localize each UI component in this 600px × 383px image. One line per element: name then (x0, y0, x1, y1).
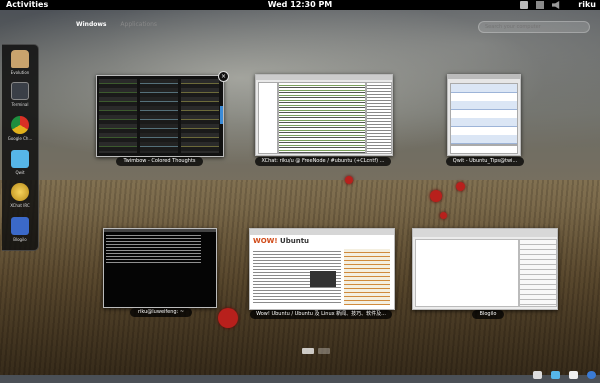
menubar (256, 75, 392, 80)
dash-item-qwit[interactable]: Qwit (5, 150, 35, 175)
message-tray (529, 364, 596, 379)
dash-item-label: Qwit (15, 170, 25, 175)
dash-item-label: Evolution (10, 70, 30, 75)
tweet-list (450, 83, 518, 145)
editor-area[interactable] (415, 239, 519, 307)
window-label: XChat: riku/u @ FreeNode / #ubuntu (+CLc… (255, 157, 391, 166)
user-menu[interactable]: riku (578, 0, 596, 10)
window-label: Twimbow - Colored Thoughts (116, 157, 203, 166)
irc-icon (11, 183, 29, 201)
chat-icon[interactable] (568, 371, 578, 379)
poppy-flower (430, 190, 442, 202)
clock[interactable]: Wed 12:30 PM (0, 0, 600, 10)
window-label: Blogilo (472, 310, 504, 319)
blog-icon (11, 217, 29, 235)
titlebar (104, 229, 216, 232)
scrollbar[interactable] (220, 106, 223, 124)
workspace-thumbnail[interactable] (318, 348, 330, 354)
search-input[interactable] (485, 23, 580, 31)
blog-list (519, 239, 557, 307)
user-list (366, 82, 392, 154)
window-browser[interactable]: WOW! Ubuntu (249, 228, 395, 310)
twimbow-column (140, 79, 178, 153)
logo-wow: WOW! (253, 237, 278, 245)
window-terminal[interactable] (103, 228, 217, 308)
poppy-flower (345, 176, 353, 184)
close-icon[interactable]: × (218, 71, 229, 82)
app-status-icon[interactable] (587, 371, 596, 379)
article-image (310, 271, 336, 287)
search-box (478, 21, 590, 33)
logo-ubuntu: Ubuntu (280, 237, 310, 245)
sidebar-widgets (344, 249, 390, 305)
window-label: riku@luweifeng: ~ (130, 308, 192, 317)
tab-windows[interactable]: Windows (76, 21, 106, 28)
dash-item-terminal[interactable]: Terminal (5, 82, 35, 107)
dash: Evolution Terminal Google Ch... Qwit XCh… (2, 44, 39, 251)
dash-item-label: XChat IRC (10, 203, 30, 208)
dash-item-blogilo[interactable]: Blogilo (5, 217, 35, 242)
dash-item-chrome[interactable]: Google Ch... (5, 116, 35, 141)
window-blogilo[interactable] (412, 228, 558, 310)
window-label: Wow! Ubuntu / Ubuntu 及 Linux 新闻、技巧、软件及..… (250, 310, 392, 319)
network-icon[interactable] (520, 1, 528, 9)
workspace-thumbnail-active[interactable] (302, 348, 314, 354)
view-tabs: Windows Applications (76, 21, 169, 28)
dash-item-label: Blogilo (13, 237, 27, 242)
notification-icon[interactable] (536, 1, 544, 9)
dash-item-label: Terminal (11, 102, 29, 107)
poppy-flower (440, 212, 447, 219)
dash-item-evolution[interactable]: Evolution (5, 50, 35, 75)
dash-item-xchat[interactable]: XChat IRC (5, 183, 35, 208)
twimbow-column (99, 79, 137, 153)
top-panel: Activities Wed 12:30 PM riku (0, 0, 600, 10)
window-xchat[interactable] (255, 74, 393, 156)
dash-item-label: Google Ch... (7, 136, 33, 141)
tab-applications[interactable]: Applications (120, 21, 157, 28)
window-qwit[interactable] (447, 74, 521, 156)
keyboard-icon[interactable] (532, 371, 542, 379)
window-label: Qwit - Ubuntu_Tips@twi... (446, 157, 524, 166)
window-twimbow[interactable] (96, 75, 224, 157)
toolbar (413, 229, 557, 237)
titlebar (448, 75, 520, 79)
mail-icon (11, 50, 29, 68)
poppy-flower (456, 182, 465, 191)
poppy-flower (218, 308, 238, 328)
chrome-icon (11, 116, 29, 134)
site-logo: WOW! Ubuntu (253, 237, 309, 245)
chat-log (278, 82, 366, 154)
browser-toolbar (250, 229, 394, 235)
channel-tree (258, 82, 278, 154)
terminal-output (106, 235, 201, 265)
status-input[interactable] (450, 145, 518, 154)
twitter-icon[interactable] (550, 371, 560, 379)
twitter-icon (11, 150, 29, 168)
twimbow-column (181, 79, 219, 153)
terminal-icon (11, 82, 29, 100)
